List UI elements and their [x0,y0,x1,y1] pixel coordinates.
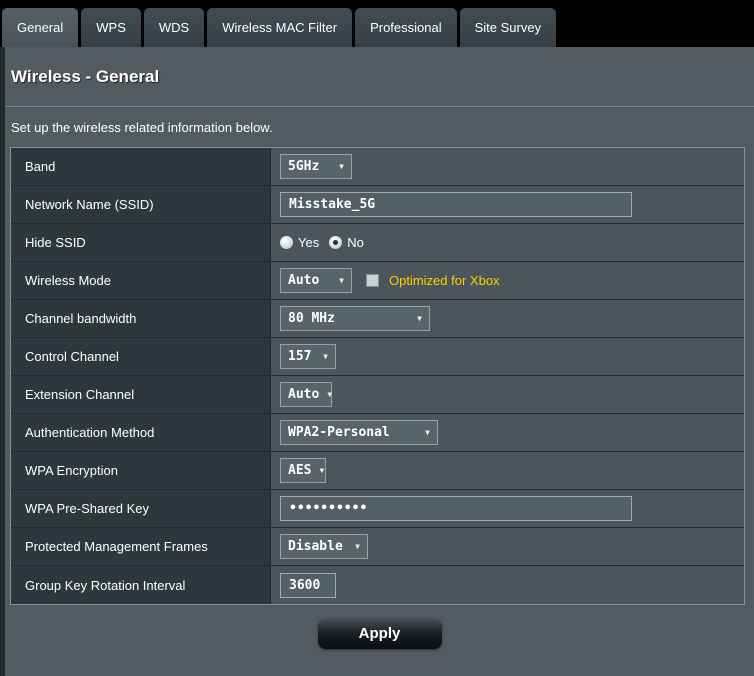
channel-bandwidth-select[interactable]: 80 MHz ▼ [280,306,430,331]
band-select-value: 5GHz [288,159,319,174]
control-channel-label: Control Channel [11,338,271,375]
wireless-mode-select-value: Auto [288,273,319,288]
hide-ssid-yes-label: Yes [298,235,319,250]
optimized-for-xbox-checkbox[interactable] [366,274,379,287]
tab-wireless-mac-filter-label: Wireless MAC Filter [222,20,337,35]
wpa-encryption-select[interactable]: AES ▼ [280,458,326,483]
group-key-rotation-interval-label: Group Key Rotation Interval [11,566,271,604]
row-control-channel: Control Channel 157 ▼ [11,338,744,376]
row-protected-management-frames: Protected Management Frames Disable ▼ [11,528,744,566]
page-content: Wireless - General Set up the wireless r… [0,47,754,676]
authentication-method-select[interactable]: WPA2-Personal ▼ [280,420,438,445]
settings-table: Band 5GHz ▼ Network Name (SSID) Hide SSI… [10,147,745,605]
row-ssid: Network Name (SSID) [11,186,744,224]
hide-ssid-no-radio[interactable] [329,236,342,249]
chevron-down-icon: ▼ [355,542,360,551]
tab-professional-label: Professional [370,20,442,35]
extension-channel-select[interactable]: Auto ▼ [280,382,332,407]
tab-wds-label: WDS [159,20,189,35]
channel-bandwidth-label: Channel bandwidth [11,300,271,337]
apply-button[interactable]: Apply [318,618,442,649]
title-section: Wireless - General [5,47,754,107]
tab-professional[interactable]: Professional [355,8,457,47]
row-channel-bandwidth: Channel bandwidth 80 MHz ▼ [11,300,744,338]
row-wpa-pre-shared-key: WPA Pre-Shared Key [11,490,744,528]
row-hide-ssid: Hide SSID Yes No [11,224,744,262]
band-select[interactable]: 5GHz ▼ [280,154,352,179]
chevron-down-icon: ▼ [417,314,422,323]
chevron-down-icon: ▼ [339,276,344,285]
protected-management-frames-select-value: Disable [288,539,343,554]
control-channel-select-value: 157 [288,349,311,364]
channel-bandwidth-select-value: 80 MHz [288,311,335,326]
row-wpa-encryption: WPA Encryption AES ▼ [11,452,744,490]
authentication-method-select-value: WPA2-Personal [288,425,390,440]
wireless-mode-label: Wireless Mode [11,262,271,299]
tab-wps-label: WPS [96,20,126,35]
wpa-encryption-label: WPA Encryption [11,452,271,489]
wpa-pre-shared-key-label: WPA Pre-Shared Key [11,490,271,527]
chevron-down-icon: ▼ [339,162,344,171]
hide-ssid-label: Hide SSID [11,224,271,261]
authentication-method-label: Authentication Method [11,414,271,451]
tab-general-label: General [17,20,63,35]
extension-channel-select-value: Auto [288,387,319,402]
hide-ssid-yes-radio[interactable] [280,236,293,249]
tab-general[interactable]: General [2,8,78,47]
row-wireless-mode: Wireless Mode Auto ▼ Optimized for Xbox [11,262,744,300]
protected-management-frames-label: Protected Management Frames [11,528,271,565]
chevron-down-icon: ▼ [323,352,328,361]
row-group-key-rotation-interval: Group Key Rotation Interval [11,566,744,604]
chevron-down-icon: ▼ [319,466,324,475]
hide-ssid-no-label: No [347,235,364,250]
wpa-encryption-select-value: AES [288,463,311,478]
wpa-pre-shared-key-input[interactable] [280,496,632,521]
wireless-mode-select[interactable]: Auto ▼ [280,268,352,293]
tab-wps[interactable]: WPS [81,8,141,47]
row-authentication-method: Authentication Method WPA2-Personal ▼ [11,414,744,452]
page-title: Wireless - General [11,67,159,87]
tab-bar: General WPS WDS Wireless MAC Filter Prof… [0,0,754,47]
protected-management-frames-select[interactable]: Disable ▼ [280,534,368,559]
group-key-rotation-interval-input[interactable] [280,573,336,598]
tab-site-survey-label: Site Survey [475,20,541,35]
page-description: Set up the wireless related information … [5,107,754,147]
chevron-down-icon: ▼ [425,428,430,437]
tab-wireless-mac-filter[interactable]: Wireless MAC Filter [207,8,352,47]
tab-site-survey[interactable]: Site Survey [460,8,556,47]
ssid-input[interactable] [280,192,632,217]
tab-wds[interactable]: WDS [144,8,204,47]
band-label: Band [11,148,271,185]
apply-row: Apply [5,618,754,649]
hide-ssid-radio-group: Yes No [280,235,364,250]
row-band: Band 5GHz ▼ [11,148,744,186]
extension-channel-label: Extension Channel [11,376,271,413]
chevron-down-icon: ▼ [327,390,332,399]
row-extension-channel: Extension Channel Auto ▼ [11,376,744,414]
ssid-label: Network Name (SSID) [11,186,271,223]
optimized-for-xbox-label: Optimized for Xbox [389,273,500,288]
control-channel-select[interactable]: 157 ▼ [280,344,336,369]
